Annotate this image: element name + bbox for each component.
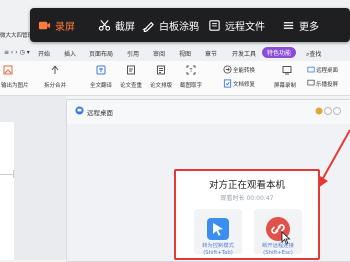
tool-translate[interactable]: 全文翻译	[90, 81, 112, 89]
record-button[interactable]: 录屏	[38, 8, 75, 42]
duration-label: 观看时长	[220, 195, 245, 202]
menu-item-start[interactable]: 开始	[38, 49, 50, 58]
remote-toolbar: 录屏 截屏 白板涂鸦 远程文件 更多	[30, 8, 350, 42]
convert-icon	[223, 65, 232, 74]
menu-expand[interactable]: ≡ ‹ › ◷ ▾	[4, 49, 30, 56]
tool-convert[interactable]: 全能转换	[233, 66, 255, 74]
screenshot-label: 截屏	[115, 21, 135, 33]
remote-desktop-logo-icon	[75, 106, 84, 115]
whiteboard-button[interactable]: 白板涂鸦	[142, 8, 199, 42]
tool-split-merge[interactable]: 拆分合并	[44, 81, 66, 89]
record-icon	[38, 21, 51, 29]
duration-value: 00:00:47	[246, 195, 274, 202]
screen-record-icon	[282, 66, 292, 75]
translate-icon	[96, 65, 106, 75]
watching-status-text: 对方正在观看本机	[208, 180, 285, 191]
tool-doc-repair[interactable]: 文档修复	[233, 80, 255, 88]
format-icon	[157, 65, 165, 75]
screenshot-button[interactable]: 截屏	[98, 8, 135, 42]
tool-remote-desktop[interactable]: 远程桌面	[316, 66, 338, 74]
whiteboard-label: 白板涂鸦	[159, 21, 199, 33]
switch-control-shortcut: (Shift+Tab)	[203, 250, 233, 256]
menu-bar: ≡ ‹ › ◷ ▾ 开始 插入 页面布局 引用 审阅 视图 章节 开发工具 特色…	[0, 46, 350, 61]
split-merge-icon	[51, 65, 59, 74]
menu-item-reference[interactable]: 引用	[127, 49, 139, 58]
switch-control-label: 转为控制模式 (Shift+Tab)	[188, 243, 248, 257]
cast-icon	[307, 79, 315, 86]
control-mode-icon	[207, 218, 229, 240]
panel-title: 远程桌面	[87, 109, 113, 117]
document-page[interactable]	[0, 122, 14, 260]
search-button[interactable]: ⌕查找	[306, 49, 321, 59]
menu-icon	[283, 21, 294, 29]
menu-item-insert[interactable]: 插入	[64, 49, 76, 58]
more-label: 更多	[299, 21, 319, 33]
menu-item-chapter[interactable]: 章节	[205, 49, 217, 58]
remote-desktop-icon	[307, 66, 315, 73]
disconnect-label: 断开远程连接 (Shift+Esc)	[248, 243, 308, 257]
plagiarism-check-icon	[127, 65, 135, 75]
search-label: 查找	[309, 51, 322, 58]
image-export-icon	[3, 65, 13, 75]
tool-plagiarism-check[interactable]: 论文查重	[120, 81, 142, 89]
tool-cast[interactable]: 乐播投屏	[316, 80, 338, 88]
menu-item-layout[interactable]: 页面布局	[89, 49, 113, 58]
tool-screen-record[interactable]: 屏幕录制	[274, 81, 296, 89]
remote-file-button[interactable]: 远程文件	[208, 8, 265, 42]
menu-item-view[interactable]: 视图	[179, 49, 191, 58]
tool-paper-format[interactable]: 论文排版	[150, 81, 172, 89]
file-icon	[209, 19, 220, 31]
tool-export-image[interactable]: 输出为图片	[1, 81, 29, 89]
tool-ocr[interactable]: 截图取字	[180, 81, 202, 89]
menu-item-review[interactable]: 审阅	[153, 49, 165, 58]
margin-guide	[0, 174, 14, 175]
watching-status-card: 对方正在观看本机 观看时长 00:00:47 转为控制模式 (Shift+Tab…	[174, 169, 320, 260]
svg-text:T: T	[188, 68, 193, 74]
disconnect-text: 断开远程连接	[262, 243, 294, 249]
ribbon: 输出为图片 拆分合并 全文翻译 论文查重 论文排版 T 截图取字 全能转换 文档…	[0, 61, 350, 96]
watch-duration: 观看时长 00:00:47	[176, 193, 318, 202]
record-label: 录屏	[55, 21, 75, 33]
menu-item-special[interactable]: 特色功能	[262, 47, 297, 58]
disconnect-shortcut: (Shift+Esc)	[263, 250, 293, 256]
scissors-icon	[98, 19, 111, 31]
switch-control-text: 转为控制模式	[202, 243, 234, 249]
margin-guide-vertical	[13, 170, 14, 178]
ocr-icon: T	[186, 65, 196, 75]
more-button[interactable]: 更多	[282, 8, 319, 42]
pen-icon	[142, 21, 154, 32]
remote-file-label: 远程文件	[225, 21, 265, 33]
repair-icon	[223, 79, 232, 88]
menu-item-devtools[interactable]: 开发工具	[232, 49, 256, 58]
